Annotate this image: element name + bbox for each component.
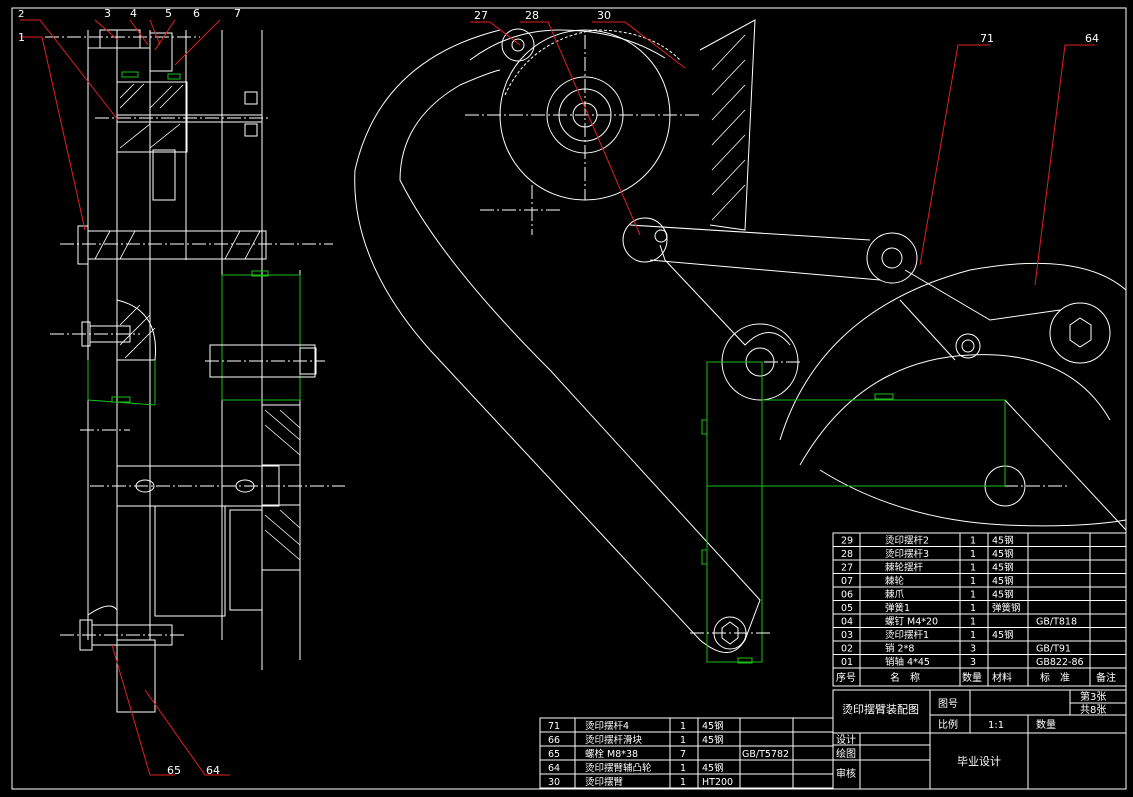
draw-label: 绘图 — [836, 747, 856, 760]
bom-row-name: 烫印摆杆滑块 — [585, 734, 643, 746]
bom-row-name: 烫印摆臂辅凸轮 — [585, 762, 652, 774]
bom-row-qty: 1 — [680, 777, 686, 788]
bom-row-standard: GB822-86 — [1036, 657, 1084, 668]
design-label: 设计 — [836, 733, 856, 746]
bom-row-number: 30 — [548, 777, 560, 788]
bom-row-material: 45钢 — [702, 762, 724, 774]
bom-row-name: 销 2*8 — [885, 643, 914, 655]
bom-upper-table: 29 烫印摆杆2 1 45钢 28 烫印摆杆3 1 45钢 27 棘轮摆杆 1 45钢 07 棘轮 1 45钢… — [832, 532, 1127, 687]
balloon-71: 71 — [980, 32, 994, 45]
bom-row-qty: 1 — [680, 763, 686, 774]
drawing-number-label: 图号 — [938, 698, 958, 710]
bom-row-number: 04 — [841, 617, 853, 628]
balloon-5: 5 — [165, 7, 172, 20]
balloon-2: 2 — [18, 9, 24, 20]
bom-row-number: 71 — [548, 721, 560, 732]
balloon-65: 65 — [167, 764, 181, 777]
balloon-1: 1 — [18, 31, 25, 44]
balloon-64-top: 64 — [1085, 32, 1099, 45]
bom-row-qty: 1 — [680, 721, 686, 732]
bom-row-material: 45钢 — [992, 629, 1014, 641]
bom-row-qty: 1 — [970, 563, 976, 574]
bom-row-number: 05 — [841, 603, 853, 614]
assembly-drawing-canvas: 2 3 4 5 6 7 1 65 64 27 28 30 71 64 29 烫印… — [11, 7, 1127, 790]
bom-row-standard: GB/T818 — [1036, 617, 1077, 628]
bom-row-name: 弹簧1 — [885, 602, 910, 614]
title-block: 烫印摆臂装配图 图号 第3张 共8张 比例 1:1 数量 设计 绘图 审核 毕业… — [832, 689, 1127, 790]
bom-row-material: 45钢 — [992, 589, 1014, 601]
bom-header-material: 材料 — [992, 671, 1012, 684]
bom-row-number: 01 — [841, 657, 853, 668]
bom-row-number: 29 — [841, 536, 853, 547]
bom-row-material: 45钢 — [992, 575, 1014, 587]
bom-row-qty: 1 — [970, 576, 976, 587]
bom-row-number: 07 — [841, 576, 853, 587]
balloon-4: 4 — [130, 7, 137, 20]
bom-row-name: 销轴 4*45 — [885, 656, 930, 668]
bom-row-name: 棘轮 — [885, 575, 905, 587]
bom-header-note: 备注 — [1096, 671, 1116, 684]
bom-header-qty: 数量 — [962, 671, 982, 684]
bom-row-qty: 7 — [680, 749, 686, 760]
bom-row-material: 45钢 — [702, 734, 724, 746]
bom-row-number: 28 — [841, 549, 853, 560]
bom-row-material: 弹簧钢 — [992, 602, 1021, 614]
bom-row-number: 03 — [841, 630, 853, 641]
bom-lower-table: 71 烫印摆杆4 1 45钢 66 烫印摆杆滑块 1 45钢 65 螺栓 M8*38 7 GB/T57… — [539, 717, 834, 789]
balloon-7: 7 — [234, 7, 241, 20]
bom-row-number: 06 — [841, 590, 853, 601]
bom-row-standard: GB/T5782 — [742, 749, 789, 760]
bom-row-name: 烫印摆杆1 — [885, 629, 929, 641]
scale-label: 比例 — [938, 718, 958, 731]
scale-value: 1:1 — [988, 720, 1004, 731]
balloon-27: 27 — [474, 9, 488, 22]
review-label: 审核 — [836, 767, 856, 780]
bom-row-qty: 3 — [970, 644, 976, 655]
bom-row-name: 烫印摆杆2 — [885, 535, 929, 547]
bom-row-qty: 1 — [970, 617, 976, 628]
bom-row-qty: 1 — [970, 536, 976, 547]
bom-row-qty: 1 — [680, 735, 686, 746]
balloon-30: 30 — [597, 9, 611, 22]
balloon-3: 3 — [104, 7, 111, 20]
bom-row-qty: 1 — [970, 549, 976, 560]
bom-row-name: 烫印摆杆3 — [885, 548, 929, 560]
bom-row-name: 棘轮摆杆 — [885, 562, 924, 574]
project-label: 毕业设计 — [957, 755, 1001, 768]
bom-row-qty: 1 — [970, 590, 976, 601]
sheet-total: 共8张 — [1080, 704, 1106, 716]
bom-row-name: 棘爪 — [885, 590, 905, 601]
bom-row-material: 45钢 — [702, 720, 724, 732]
bom-row-qty: 1 — [970, 630, 976, 641]
bom-header-number: 序号 — [836, 671, 856, 684]
bom-row-material: 45钢 — [992, 548, 1014, 560]
balloon-28: 28 — [525, 9, 539, 22]
bom-row-qty: 3 — [970, 657, 976, 668]
bom-row-qty: 1 — [970, 603, 976, 614]
bom-row-material: HT200 — [702, 777, 733, 788]
bom-row-name: 烫印摆杆4 — [585, 720, 629, 732]
drawing-title: 烫印摆臂装配图 — [842, 702, 919, 716]
bom-header-name: 名 称 — [890, 671, 920, 684]
bom-row-number: 64 — [548, 763, 560, 774]
bom-row-number: 02 — [841, 644, 853, 655]
bom-row-number: 65 — [548, 749, 560, 760]
bom-row-name: 烫印摆臂 — [585, 776, 624, 788]
sheet-number: 第3张 — [1080, 690, 1106, 703]
quantity-label: 数量 — [1036, 718, 1056, 731]
bom-row-standard: GB/T91 — [1036, 644, 1071, 655]
bom-row-name: 螺钉 M4*20 — [885, 617, 938, 628]
bom-row-name: 螺栓 M8*38 — [585, 748, 638, 760]
bom-header-standard: 标 准 — [1040, 672, 1070, 684]
section-view — [45, 29, 345, 713]
leader-lines-main — [470, 21, 1095, 286]
balloon-64-bottom: 64 — [206, 764, 220, 777]
bom-row-material: 45钢 — [992, 562, 1014, 574]
bom-row-number: 27 — [841, 563, 853, 574]
bom-row-number: 66 — [548, 735, 560, 746]
bom-row-material: 45钢 — [992, 535, 1014, 547]
balloon-6: 6 — [193, 7, 200, 20]
